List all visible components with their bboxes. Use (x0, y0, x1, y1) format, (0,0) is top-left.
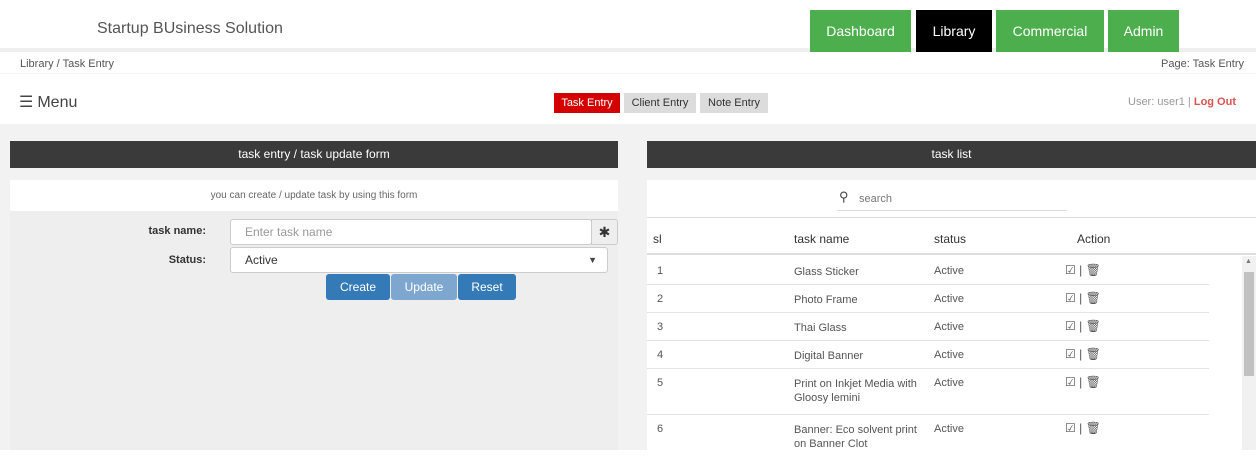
search-row: ⚲ search (647, 180, 1256, 217)
page-label: Page: Task Entry (1161, 58, 1244, 70)
logout-link[interactable]: Log Out (1194, 96, 1236, 108)
action-separator: | (1079, 347, 1083, 361)
edit-icon[interactable]: ☑ (1065, 421, 1076, 435)
create-button[interactable]: Create (326, 274, 390, 300)
table-row: 3 Thai Glass Active ☑ | 🗑 (647, 313, 1209, 341)
nav-admin[interactable]: Admin (1108, 10, 1179, 52)
edit-icon[interactable]: ☑ (1065, 263, 1076, 277)
column-task-name: task name (794, 232, 850, 246)
update-button[interactable]: Update (391, 274, 457, 300)
user-label: User: user1 | (1128, 96, 1191, 108)
task-name-input[interactable]: Enter task name (230, 219, 592, 245)
table-row: 1 Glass Sticker Active ☑ | 🗑 (647, 257, 1209, 285)
row-task-name: Print on Inkjet Media with Gloosy lemini (794, 378, 917, 404)
trash-icon[interactable]: 🗑 (1086, 263, 1101, 277)
task-table: sl task name status Action 1 Glass Stick… (647, 217, 1256, 450)
nav-commercial[interactable]: Commercial (996, 10, 1104, 52)
row-sl: 6 (657, 423, 664, 435)
tab-note-entry[interactable]: Note Entry (700, 93, 768, 113)
list-panel-header: task list (647, 141, 1256, 168)
task-name-label: task name: (148, 225, 206, 237)
row-actions: ☑ | 🗑 (1065, 319, 1101, 333)
required-icon: ✱ (591, 219, 618, 245)
row-status: Active (934, 321, 964, 333)
row-actions: ☑ | 🗑 (1065, 263, 1101, 277)
scroll-up-icon[interactable]: ▲ (1245, 258, 1252, 265)
row-status: Active (934, 293, 964, 305)
row-task-name: Digital Banner (794, 350, 864, 362)
edit-icon[interactable]: ☑ (1065, 319, 1076, 333)
trash-icon[interactable]: 🗑 (1086, 319, 1101, 333)
column-status: status (934, 232, 967, 246)
edit-icon[interactable]: ☑ (1065, 347, 1076, 361)
scrollbar-thumb[interactable] (1244, 272, 1254, 376)
row-status: Active (934, 265, 964, 277)
trash-icon[interactable]: 🗑 (1086, 347, 1101, 361)
row-status: Active (934, 349, 964, 361)
tab-task-entry[interactable]: Task Entry (554, 93, 620, 113)
trash-icon[interactable]: 🗑 (1086, 375, 1101, 389)
row-sl: 4 (657, 349, 664, 361)
table-row: 4 Digital Banner Active ☑ | 🗑 (647, 341, 1209, 369)
nav-library[interactable]: Library (916, 10, 992, 52)
row-actions: ☑ | 🗑 (1065, 421, 1101, 435)
row-sl: 2 (657, 293, 664, 305)
top-navbar: Startup BUsiness Solution Dashboard Libr… (0, 0, 1256, 52)
menu-toggle[interactable]: ☰ Menu (19, 92, 77, 112)
brand-title[interactable]: Startup BUsiness Solution (97, 20, 283, 38)
edit-icon[interactable]: ☑ (1065, 375, 1076, 389)
search-icon: ⚲ (839, 189, 849, 204)
user-info: User: user1 | Log Out (1128, 96, 1236, 108)
row-actions: ☑ | 🗑 (1065, 291, 1101, 305)
breadcrumb-row: Library / Task Entry Page: Task Entry (0, 56, 1256, 74)
nav-dashboard[interactable]: Dashboard (810, 10, 911, 52)
status-select-value: Active (245, 253, 278, 267)
search-input[interactable]: ⚲ search (837, 189, 1067, 211)
task-form: task name: Enter task name ✱ Status: Act… (10, 211, 618, 450)
action-separator: | (1079, 421, 1083, 435)
tab-client-entry[interactable]: Client Entry (624, 93, 696, 113)
edit-icon[interactable]: ☑ (1065, 291, 1076, 305)
table-header: sl task name status Action (647, 217, 1256, 255)
menu-label: Menu (37, 94, 78, 111)
action-separator: | (1079, 263, 1083, 277)
row-sl: 3 (657, 321, 664, 333)
row-sl: 5 (657, 377, 664, 389)
column-action: Action (1077, 232, 1111, 246)
trash-icon[interactable]: 🗑 (1086, 291, 1101, 305)
row-task-name: Thai Glass (794, 322, 847, 334)
table-row: 2 Photo Frame Active ☑ | 🗑 (647, 285, 1209, 313)
form-note: you can create / update task by using th… (10, 180, 618, 211)
trash-icon[interactable]: 🗑 (1086, 421, 1101, 435)
action-separator: | (1079, 291, 1083, 305)
row-actions: ☑ | 🗑 (1065, 375, 1101, 389)
table-row: 6 Banner: Eco solvent print on Banner Cl… (647, 415, 1209, 461)
action-separator: | (1079, 319, 1083, 333)
breadcrumb: Library / Task Entry (20, 58, 114, 70)
status-select[interactable]: Active ▼ (230, 247, 608, 273)
row-status: Active (934, 423, 964, 435)
action-separator: | (1079, 375, 1083, 389)
form-panel-header: task entry / task update form (10, 141, 618, 168)
table-row: 5 Print on Inkjet Media with Gloosy lemi… (647, 369, 1209, 415)
chevron-down-icon: ▼ (588, 255, 597, 265)
search-placeholder: search (859, 193, 893, 205)
row-status: Active (934, 377, 964, 389)
hamburger-icon: ☰ (19, 94, 34, 111)
status-label: Status: (168, 254, 206, 266)
row-sl: 1 (657, 265, 664, 277)
row-task-name: Glass Sticker (794, 266, 859, 278)
row-actions: ☑ | 🗑 (1065, 347, 1101, 361)
reset-button[interactable]: Reset (458, 274, 516, 300)
row-task-name: Banner: Eco solvent print on Banner Clot (794, 424, 917, 450)
row-task-name: Photo Frame (794, 294, 858, 306)
column-sl: sl (653, 232, 662, 246)
